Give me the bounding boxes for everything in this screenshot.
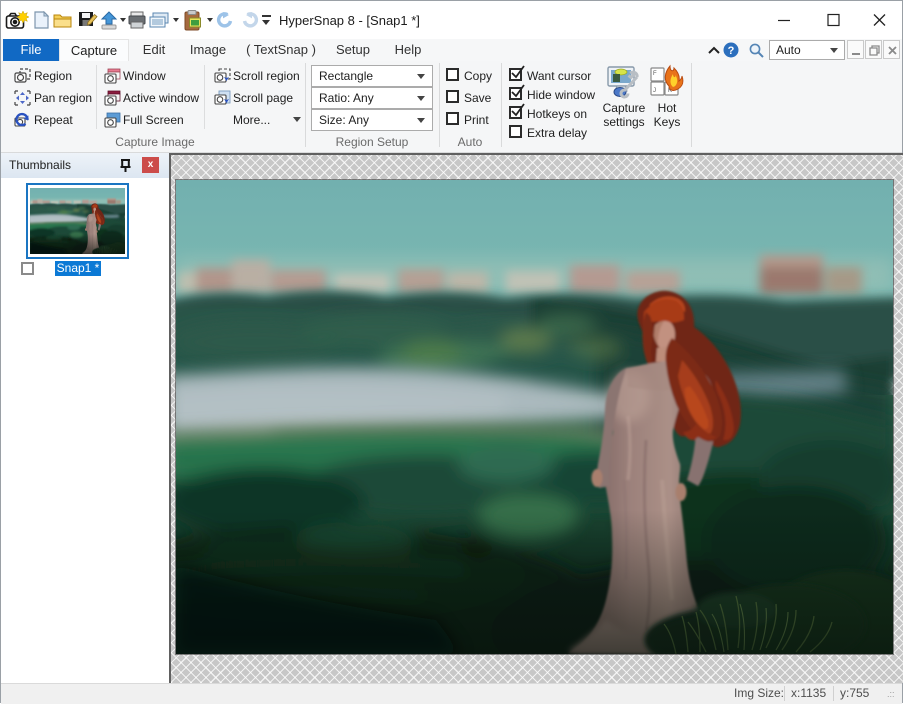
svg-text:F: F [653, 71, 657, 77]
svg-text:J: J [653, 88, 656, 94]
svg-text:?: ? [728, 45, 735, 57]
